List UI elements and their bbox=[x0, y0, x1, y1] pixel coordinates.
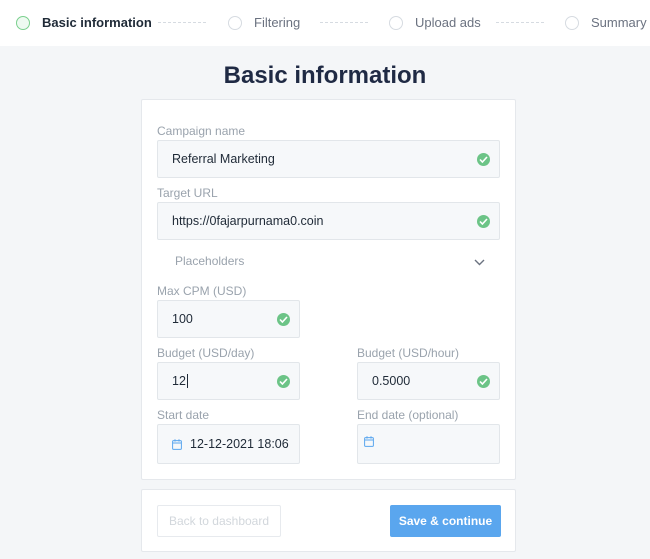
campaign-name-input[interactable]: Referral Marketing bbox=[157, 140, 500, 178]
max-cpm-input[interactable]: 100 bbox=[157, 300, 300, 338]
budget-day-input[interactable]: 12 bbox=[157, 362, 300, 400]
budget-hour-value: 0.5000 bbox=[372, 374, 411, 388]
back-to-dashboard-button[interactable]: Back to dashboard bbox=[157, 505, 281, 537]
step-label: Summary bbox=[591, 15, 647, 30]
step-indicator bbox=[389, 15, 403, 30]
step-divider bbox=[320, 22, 368, 23]
calendar-icon bbox=[172, 438, 182, 450]
step-upload-ads[interactable]: Upload ads bbox=[389, 15, 481, 30]
step-divider bbox=[496, 22, 544, 23]
form-actions: Back to dashboard Save & continue bbox=[141, 489, 516, 552]
save-continue-button[interactable]: Save & continue bbox=[390, 505, 501, 537]
step-filtering[interactable]: Filtering bbox=[228, 15, 300, 30]
target-url-value: https://0fajarpurnama0.coin bbox=[172, 214, 324, 228]
start-date-value: 12-12-2021 18:06 bbox=[190, 437, 289, 451]
campaign-name-label: Campaign name bbox=[157, 124, 246, 138]
start-date-label: Start date bbox=[157, 408, 210, 422]
start-date-input[interactable]: 12-12-2021 18:06 bbox=[157, 424, 300, 464]
check-circle-icon bbox=[277, 313, 290, 326]
chevron-down-icon bbox=[474, 255, 485, 269]
check-circle-icon bbox=[477, 375, 490, 388]
step-label: Basic information bbox=[42, 15, 152, 30]
check-circle-icon bbox=[277, 375, 290, 388]
budget-day-value: 12 bbox=[172, 374, 186, 388]
step-indicator bbox=[565, 15, 579, 30]
step-label: Upload ads bbox=[415, 15, 481, 30]
target-url-label: Target URL bbox=[157, 186, 218, 200]
page-title: Basic information bbox=[223, 62, 427, 89]
check-circle-icon bbox=[477, 215, 490, 228]
step-summary[interactable]: Summary bbox=[565, 15, 647, 30]
calendar-icon bbox=[364, 436, 374, 447]
step-basic-information[interactable]: Basic information bbox=[16, 15, 152, 30]
max-cpm-value: 100 bbox=[172, 312, 193, 326]
budget-hour-input[interactable]: 0.5000 bbox=[357, 362, 500, 400]
text-cursor bbox=[186, 374, 188, 388]
step-divider bbox=[158, 22, 206, 23]
end-date-input[interactable] bbox=[357, 424, 500, 464]
max-cpm-label: Max CPM (USD) bbox=[157, 284, 247, 298]
budget-hour-label: Budget (USD/hour) bbox=[357, 346, 460, 360]
step-indicator bbox=[16, 15, 30, 30]
step-label: Filtering bbox=[254, 15, 301, 30]
placeholders-label: Placeholders bbox=[175, 254, 245, 268]
end-date-label: End date (optional) bbox=[357, 408, 459, 422]
step-indicator bbox=[228, 15, 242, 30]
check-circle-icon bbox=[477, 153, 490, 166]
placeholders-toggle[interactable]: Placeholders bbox=[175, 251, 485, 271]
target-url-input[interactable]: https://0fajarpurnama0.coin bbox=[157, 202, 500, 240]
campaign-name-value: Referral Marketing bbox=[172, 152, 275, 166]
basic-info-form: Campaign name Referral Marketing Target … bbox=[141, 99, 516, 480]
budget-day-label: Budget (USD/day) bbox=[157, 346, 255, 360]
stepper: Basic information Filtering Upload ads S… bbox=[0, 0, 650, 46]
